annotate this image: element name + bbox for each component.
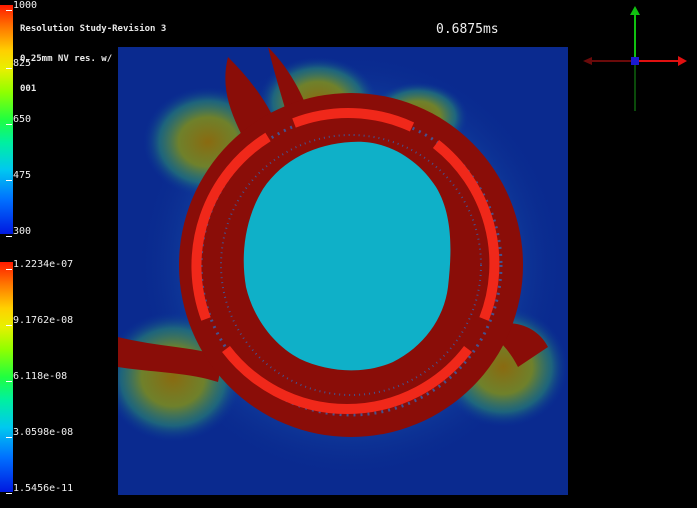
time-readout: 0.6875ms: [436, 22, 499, 37]
legend-upper-tick: 475: [6, 170, 31, 181]
legend-upper-tick: 650: [6, 114, 31, 125]
legend-lower-tick: 3.0598e-08: [6, 427, 73, 438]
legend-lower-tick: 1.5456e-11: [6, 483, 73, 494]
legend-lower-tick: 9.1762e-08: [6, 315, 73, 326]
legend-upper-tick: 825: [6, 58, 31, 69]
legend-upper-tick: 300: [6, 226, 31, 237]
legend-upper-tick: 1000: [6, 0, 37, 11]
title-line-1: Resolution Study-Revision 3: [20, 24, 167, 34]
simulation-viewport[interactable]: [118, 47, 568, 495]
gas-core: [243, 141, 451, 371]
axis-triad-icon: [583, 6, 687, 111]
legend-lower-tick: 6.118e-08: [6, 371, 67, 382]
legend-lower-tick: 1.2234e-07: [6, 259, 73, 270]
